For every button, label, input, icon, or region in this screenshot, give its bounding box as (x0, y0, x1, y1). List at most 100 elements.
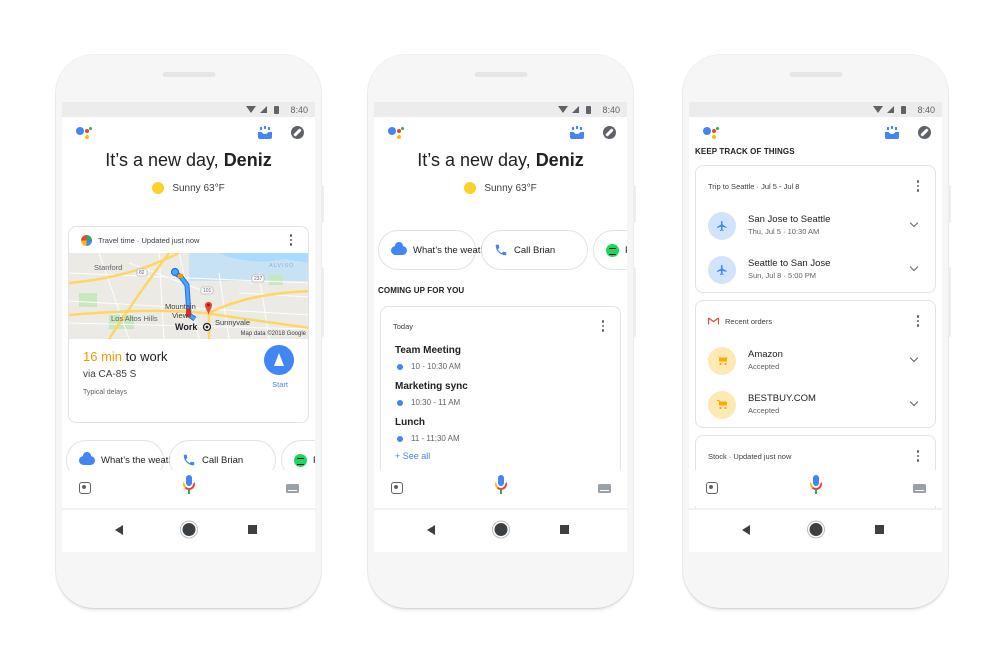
chip-weather[interactable]: What’s the weather? (378, 230, 499, 270)
route-map[interactable]: Stanford 82 101 237 ALVISO Los Altos Hil… (69, 253, 308, 339)
explore-compass-icon[interactable] (291, 126, 304, 139)
more-options-icon[interactable] (913, 315, 923, 327)
back-icon[interactable] (742, 525, 750, 535)
volume-button (633, 267, 636, 337)
status-time: 8:40 (290, 104, 308, 115)
signal-icon (887, 106, 895, 113)
map-label-sunnyvale: Sunnyvale (215, 318, 251, 327)
flight-item[interactable]: San Jose to Seattle Thu, Jul 5 · 10:30 A… (696, 206, 935, 250)
recent-apps-icon[interactable] (248, 525, 257, 534)
explore-compass-icon[interactable] (918, 126, 931, 139)
power-button (948, 185, 951, 223)
home-icon[interactable] (809, 523, 822, 536)
assistant-screen-3: 8:40 KEEP TRACK OF THINGS Trip to Seattl… (689, 102, 942, 552)
order-status: Accepted (748, 362, 780, 371)
wifi-icon (873, 106, 884, 113)
signal-icon (572, 106, 580, 113)
google-assistant-logo-icon (76, 126, 94, 144)
speaker-grille (789, 72, 842, 77)
flight-avatar (708, 256, 736, 284)
updates-inbox-icon[interactable] (258, 126, 272, 139)
more-options-icon[interactable] (913, 180, 923, 192)
back-icon[interactable] (427, 525, 435, 535)
chevron-down-icon[interactable] (909, 353, 919, 363)
agenda-event[interactable]: Lunch 11 - 11:30 AM (381, 417, 620, 443)
agenda-event[interactable]: Marketing sync 10:30 - 11 AM (381, 381, 620, 407)
updates-inbox-icon[interactable] (885, 126, 899, 139)
google-lens-icon[interactable] (706, 482, 718, 494)
keyboard-icon[interactable] (913, 484, 926, 493)
airplane-icon (717, 265, 727, 275)
weather-summary[interactable]: Sunny 63°F (62, 182, 315, 194)
battery-icon (274, 105, 280, 114)
card-header-label: Trip to Seattle · Jul 5 - Jul 8 (708, 181, 800, 191)
phone-frame-1: 8:40 It’s a new day, Deniz Sunny 63°F Tr… (56, 55, 324, 608)
more-options-icon[interactable] (913, 450, 923, 462)
recent-orders-card[interactable]: Recent orders Amazon Accepted BESTBUY.CO… (695, 300, 936, 428)
updates-inbox-icon[interactable] (570, 126, 584, 139)
weather-text: Sunny 63°F (172, 182, 225, 194)
start-navigation-label[interactable]: Start (272, 380, 288, 389)
greeting-title: It’s a new day, Deniz (417, 150, 584, 170)
flight-title: Seattle to San Jose (748, 258, 831, 269)
map-label-mountain: Mountain (165, 302, 196, 311)
phone-frame-2: 8:40 It’s a new day, Deniz Sunny 63°F Wh… (368, 55, 636, 608)
keyboard-icon[interactable] (286, 484, 299, 493)
traffic-status: Typical delays (83, 389, 127, 396)
flight-time: Sun, Jul 8 · 5:00 PM (748, 271, 816, 280)
card-header-label: Stock · Updated just now (708, 451, 792, 461)
chevron-down-icon[interactable] (909, 397, 919, 407)
suggestion-chips: What’s the weather? Call Brian P (378, 230, 627, 270)
volume-button (321, 267, 324, 337)
start-navigation-button[interactable] (264, 345, 294, 375)
spotify-icon (606, 243, 619, 257)
card-header: Today (381, 307, 620, 339)
home-icon[interactable] (182, 523, 195, 536)
flight-item[interactable]: Seattle to San Jose Sun, Jul 8 · 5:00 PM (696, 250, 935, 292)
battery-icon (586, 105, 592, 114)
microphone-icon[interactable] (809, 475, 823, 495)
google-lens-icon[interactable] (79, 482, 91, 494)
map-label-stanford: Stanford (94, 263, 123, 272)
greeting-title: It’s a new day, Deniz (105, 150, 272, 170)
order-item[interactable]: BESTBUY.COM Accepted (696, 385, 935, 427)
explore-compass-icon[interactable] (603, 126, 616, 139)
microphone-icon[interactable] (494, 475, 508, 495)
agenda-event[interactable]: Team Meeting 10 - 10:30 AM (381, 345, 620, 371)
google-lens-icon[interactable] (391, 482, 403, 494)
agenda-card[interactable]: Today Team Meeting 10 - 10:30 AM Marketi… (380, 306, 621, 496)
chip-call-brian[interactable]: Call Brian (481, 230, 588, 270)
card-header: Travel time · Updated just now (69, 227, 308, 253)
highway-237-label: 237 (254, 276, 263, 282)
event-time: 10:30 - 11 AM (395, 398, 606, 407)
map-label-view: View (172, 311, 189, 320)
chevron-down-icon[interactable] (909, 262, 919, 272)
chevron-down-icon[interactable] (909, 218, 919, 228)
more-options-icon[interactable] (286, 234, 296, 246)
assistant-topbar (689, 117, 942, 147)
phone-icon (183, 454, 195, 466)
event-title: Marketing sync (395, 381, 468, 392)
android-nav-bar (374, 508, 627, 552)
recent-apps-icon[interactable] (875, 525, 884, 534)
battery-icon (901, 105, 907, 114)
assistant-screen-2: 8:40 It’s a new day, Deniz Sunny 63°F Wh… (374, 102, 627, 552)
home-icon[interactable] (494, 523, 507, 536)
weather-summary[interactable]: Sunny 63°F (374, 182, 627, 194)
google-assistant-logo-icon (388, 126, 406, 144)
order-item[interactable]: Amazon Accepted (696, 341, 935, 385)
chip-spotify[interactable]: P (593, 230, 627, 270)
section-title-keep-track: KEEP TRACK OF THINGS (695, 147, 795, 156)
back-icon[interactable] (115, 525, 123, 535)
google-maps-icon (81, 234, 92, 246)
travel-time-card[interactable]: Travel time · Updated just now Stanford … (68, 226, 309, 423)
speaker-grille (162, 72, 215, 77)
trip-card[interactable]: Trip to Seattle · Jul 5 - Jul 8 San Jose… (695, 165, 936, 293)
card-header-label: Recent orders (725, 316, 773, 326)
microphone-icon[interactable] (182, 475, 196, 495)
recent-apps-icon[interactable] (560, 525, 569, 534)
see-all-link[interactable]: + See all (381, 451, 620, 461)
keyboard-icon[interactable] (598, 484, 611, 493)
more-options-icon[interactable] (598, 320, 608, 332)
travel-summary: 16 min to work via CA-85 S Typical delay… (69, 339, 308, 409)
